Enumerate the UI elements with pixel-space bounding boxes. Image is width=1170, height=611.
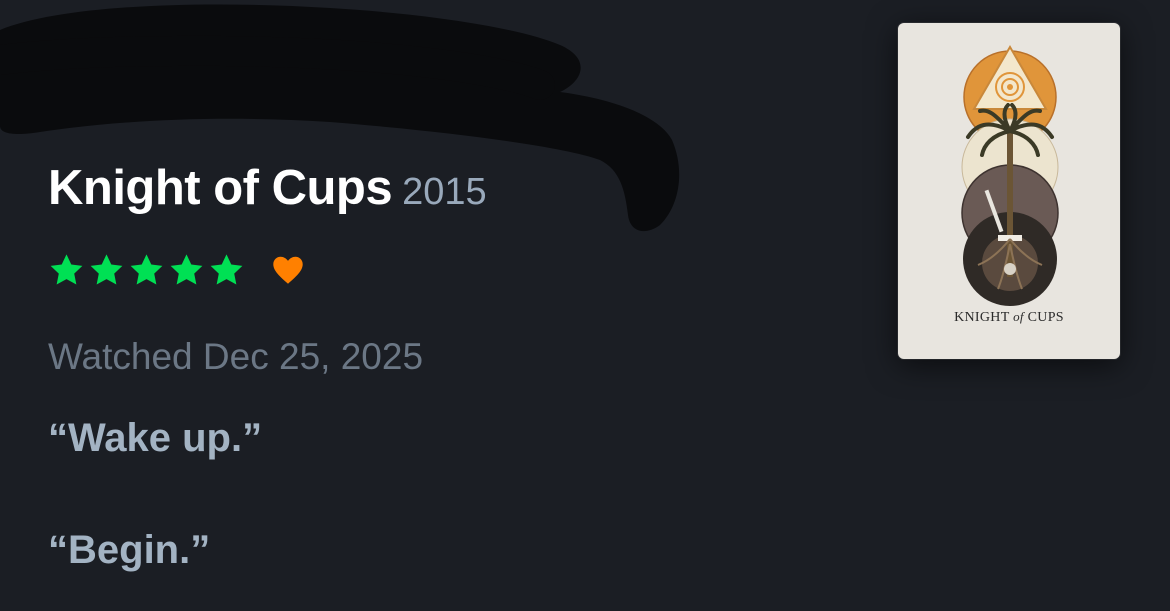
star-icon <box>168 252 205 289</box>
poster-caption-of: of <box>1013 309 1024 324</box>
heart-icon <box>270 252 306 288</box>
film-year[interactable]: 2015 <box>402 171 487 213</box>
poster-caption: KNIGHT of CUPS <box>898 309 1120 326</box>
poster-artwork <box>961 45 1059 306</box>
rating-row <box>48 248 306 292</box>
film-title[interactable]: Knight of Cups 2015 <box>48 160 487 216</box>
review-text-line: “Begin.” <box>48 528 211 572</box>
watched-date: Watched Dec 25, 2025 <box>48 336 424 377</box>
star-icon <box>88 252 125 289</box>
film-name[interactable]: Knight of Cups <box>48 161 393 215</box>
review-text-line: “Wake up.” <box>48 416 263 460</box>
film-poster[interactable]: KNIGHT of CUPS <box>898 23 1120 359</box>
poster-caption-cups: CUPS <box>1023 310 1064 325</box>
poster-caption-knight: KNIGHT <box>954 310 1014 325</box>
star-icon <box>128 252 165 289</box>
review-screen: Knight of Cups 2015 Watched Dec 25, 2025 … <box>0 0 1170 611</box>
star-icon <box>48 252 85 289</box>
star-icon <box>208 252 245 289</box>
